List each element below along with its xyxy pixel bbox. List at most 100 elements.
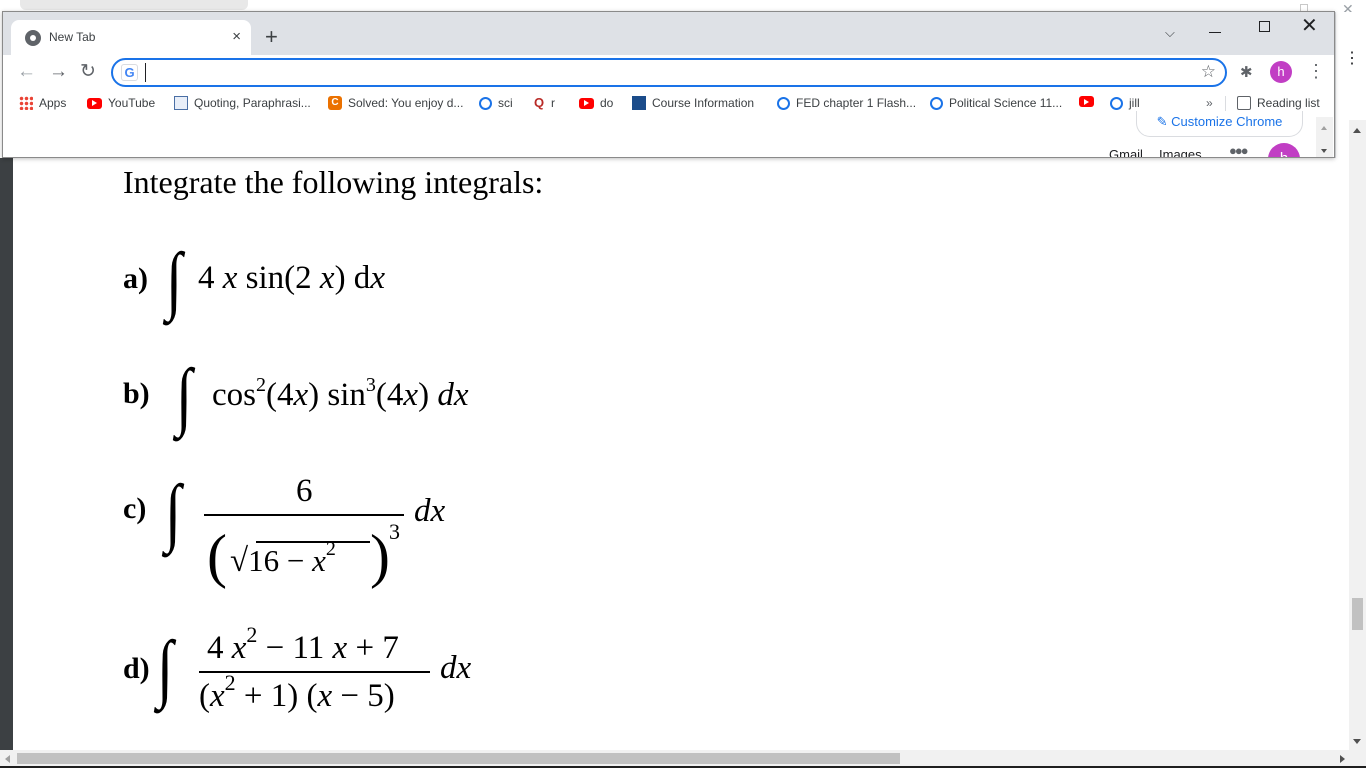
new-tab-page-peek: ✎ Customize Chrome Gmail Images ●●● h [3,111,1334,157]
scroll-left-arrow-icon[interactable] [5,755,10,763]
quizlet-icon [930,96,943,110]
quora-icon: Q [534,95,545,110]
tab-strip: New Tab × + ⌵ ✕ [3,12,1334,55]
new-tab-button[interactable]: + [265,26,278,48]
bookmark-jill[interactable]: jill [1110,96,1140,110]
images-link[interactable]: Images [1159,147,1202,157]
bookmark-do[interactable]: do [579,96,613,110]
problem-d-label: d) [123,652,150,685]
bookmark-label: FED chapter 1 Flash... [796,96,917,110]
horizontal-scroll-thumb[interactable] [17,753,900,764]
bookmark-solved[interactable]: C Solved: You enjoy d... [328,96,463,110]
quizlet-icon [479,96,492,110]
peek-scroll-down-icon[interactable] [1321,149,1327,153]
integral-sign-d: ∫ [157,626,174,710]
bookmark-label: jill [1129,96,1140,110]
reading-list-icon [1237,96,1251,110]
customize-label: Customize Chrome [1171,114,1283,129]
integral-sign-c: ∫ [165,470,182,554]
customize-chrome-button[interactable]: ✎ Customize Chrome [1136,111,1303,137]
back-arrow-icon[interactable]: ← [17,61,36,83]
scroll-right-arrow-icon[interactable] [1340,755,1345,763]
bookmarks-separator [1225,96,1226,112]
problem-d-numerator: 4 x2 − 11 x + 7 [207,622,399,666]
problem-c-radical-bar [256,541,370,543]
page-heading: Integrate the following integrals: [123,164,544,200]
problem-c-fraction-bar [204,514,404,516]
bookmark-label: Course Information [652,96,755,110]
minimize-icon[interactable] [1209,32,1221,33]
chrome-menu-icon[interactable]: ⋮ [1307,60,1325,82]
chrome-favicon-icon [25,30,41,46]
gmail-link[interactable]: Gmail [1109,147,1143,157]
youtube-icon [87,97,102,109]
bookmark-course-information[interactable]: Course Information [632,96,754,110]
bookmark-fed-chapter[interactable]: FED chapter 1 Flash... [777,96,916,110]
address-input[interactable] [145,63,1185,82]
peek-scroll-up-icon[interactable] [1321,126,1327,130]
problem-c-radical: √16 − x2 [230,538,336,579]
forward-arrow-icon[interactable]: → [49,61,68,83]
chrome-window: New Tab × + ⌵ ✕ ← → ↻ G ☆ ✱ h ⋮ Apps You… [2,11,1335,158]
vertical-scroll-thumb[interactable] [1352,598,1363,630]
youtube-icon [1079,96,1094,107]
google-g-icon: G [121,64,138,81]
reading-list-button[interactable]: Reading list [1237,96,1320,110]
integral-sign-a: ∫ [166,238,183,322]
quizlet-icon [777,96,790,110]
bookmark-label: YouTube [108,96,156,110]
maximize-icon[interactable] [1259,21,1270,32]
bookmark-r[interactable]: Q r [534,95,555,111]
vertical-scrollbar[interactable] [1349,120,1366,750]
bookmark-label: do [600,96,614,110]
problem-c-right-paren: ) [370,523,390,589]
bookmark-apps[interactable]: Apps [19,96,66,110]
bookmark-quoting[interactable]: Quoting, Paraphrasi... [174,96,311,110]
youtube-icon [579,97,594,109]
bookmark-label: r [551,96,555,110]
problem-a-label: a) [123,262,148,295]
tab-new-tab[interactable]: New Tab × [11,20,251,55]
google-apps-grid-icon[interactable]: ●●● [1229,143,1249,157]
scroll-up-arrow-icon[interactable] [1353,128,1361,133]
bookmark-youtube[interactable]: YouTube [87,96,155,110]
problem-b-expression: cos2(4x) sin3(4x) dx [212,374,469,413]
bookmark-label: Quoting, Paraphrasi... [194,96,311,110]
address-bar[interactable]: G ☆ [111,58,1227,87]
document-icon [174,96,188,110]
bookmark-label: Apps [39,96,67,110]
bookmark-star-icon[interactable]: ☆ [1201,62,1216,82]
problem-d-differential: dx [440,650,472,686]
bookmarks-bar: Apps YouTube Quoting, Paraphrasi... C So… [3,91,1334,117]
bookmark-sci[interactable]: sci [479,96,513,110]
chegg-icon: C [328,96,342,110]
reading-list-label: Reading list [1257,96,1320,110]
bookmark-label: Solved: You enjoy d... [348,96,464,110]
tab-title: New Tab [49,30,96,44]
problem-c-differential: dx [414,493,446,529]
problem-c-label: c) [123,492,147,525]
bookmark-political-science[interactable]: Political Science 11... [930,96,1062,110]
window-close-icon[interactable]: ✕ [1301,15,1318,37]
bookmark-youtube-2[interactable] [1079,96,1100,107]
problem-c-exponent: 3 [389,519,400,544]
problem-b-label: b) [123,377,150,410]
course-icon [632,96,646,110]
bookmarks-overflow-chevron-icon[interactable]: » [1206,96,1213,110]
scroll-down-arrow-icon[interactable] [1353,739,1361,744]
extensions-puzzle-icon[interactable]: ✱ [1240,63,1253,81]
tab-close-icon[interactable]: × [232,28,241,46]
problem-d-denominator: (x2 + 1) (x − 5) [199,670,395,714]
bookmark-label: Political Science 11... [949,96,1063,110]
reload-icon[interactable]: ↻ [80,61,96,83]
integral-sign-b: ∫ [176,354,193,438]
bookmark-label: sci [498,96,513,110]
profile-avatar[interactable]: h [1270,61,1292,83]
problem-c-numerator: 6 [296,473,313,509]
quizlet-icon [1110,96,1123,110]
google-account-avatar[interactable]: h [1268,143,1300,157]
toolbar: ← → ↻ G ☆ ✱ h ⋮ [3,55,1334,91]
peek-scrollbar[interactable] [1316,117,1333,157]
problem-a-expression: 4 x sin(2 x) dx [198,260,385,296]
tab-search-chevron-down-icon[interactable]: ⌵ [1165,25,1175,41]
